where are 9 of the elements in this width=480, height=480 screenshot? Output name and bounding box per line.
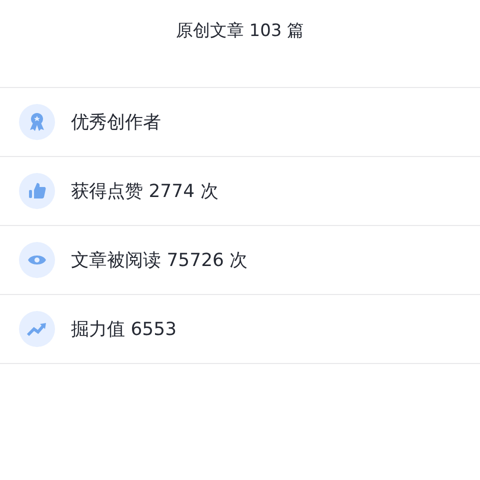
view-icon <box>19 242 55 278</box>
trend-icon <box>19 311 55 347</box>
stat-label: 优秀创作者 <box>71 111 161 134</box>
stat-label: 获得点赞 2774 次 <box>71 180 218 203</box>
stat-label: 掘力值 6553 <box>71 318 177 341</box>
like-icon <box>19 173 55 209</box>
award-icon <box>19 104 55 140</box>
header-title: 原创文章 103 篇 <box>176 20 304 42</box>
stat-label: 文章被阅读 75726 次 <box>71 249 248 272</box>
